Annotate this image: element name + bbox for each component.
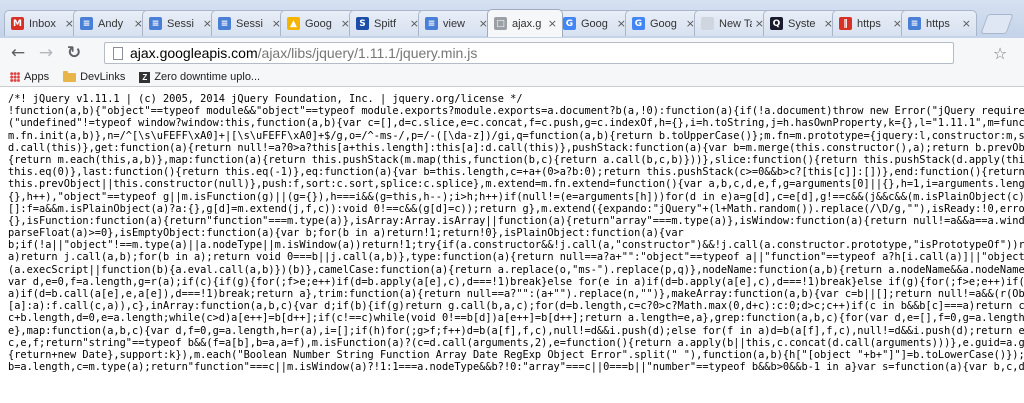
tab-strip: M Inbox × ≡ Andy × ≡ Sessi × ≡ Sessi × ▲ Goog × S Spitf ×… <box>0 0 1024 38</box>
bookmark-devlinks[interactable]: DevLinks <box>63 70 126 83</box>
code-line: d.call(this)},get:function(a){return nul… <box>8 141 1024 154</box>
code-line: /*! jQuery v1.11.1 | (c) 2005, 2014 jQue… <box>8 93 523 105</box>
doc-icon: ≡ <box>149 17 162 30</box>
reload-button[interactable]: ↻ <box>64 43 84 63</box>
folder-icon <box>63 70 77 82</box>
spitfire-icon: S <box>356 17 369 30</box>
drive-icon: ▲ <box>287 17 300 30</box>
code-line: b;if(!a||"object"!==m.type(a)||a.nodeTyp… <box>8 239 1024 252</box>
bookmark-star-button[interactable]: ☆ <box>990 43 1010 63</box>
tab-label: https <box>926 17 950 30</box>
tab-label: Inbox <box>29 17 56 30</box>
url-host: ajax.googleapis.com <box>130 45 258 61</box>
tab-7[interactable]: □ ajax.g × <box>487 9 563 37</box>
bookmark-apps[interactable]: Apps <box>0 71 49 83</box>
tab-label: Spitf <box>374 17 397 30</box>
code-line: {return m.each(this,a,b)},map:function(a… <box>8 153 1024 166</box>
gmail-icon: M <box>11 17 24 30</box>
tab-label: Goog <box>581 17 608 30</box>
doc-icon: ≡ <box>908 17 921 30</box>
tab-label: view <box>443 17 466 30</box>
zd-icon: Z <box>139 71 151 83</box>
code-line: b=a.length,c=m.type(a);return"function"=… <box>8 361 1024 374</box>
close-tab-icon[interactable]: × <box>962 17 971 30</box>
browser-window: M Inbox × ≡ Andy × ≡ Sessi × ≡ Sessi × ▲ Goog × S Spitf ×… <box>0 0 1024 403</box>
toolbar: ← → ↻ ajax.googleapis.com/ajax/libs/jque… <box>0 38 1024 69</box>
back-arrow-icon: ← <box>10 43 26 63</box>
doc-icon: ≡ <box>218 17 231 30</box>
code-line: this.prevObject||this.constructor(null)}… <box>8 178 1024 191</box>
tab-6[interactable]: ≡ view × <box>418 10 494 36</box>
page-content: /*! jQuery v1.11.1 | (c) 2005, 2014 jQue… <box>0 87 1024 403</box>
tab-4[interactable]: ▲ Goog × <box>280 10 356 36</box>
doc-icon: ≡ <box>425 17 438 30</box>
page-icon <box>113 46 123 60</box>
reload-icon: ↻ <box>66 43 82 63</box>
bookmark-label: Zero downtime uplo... <box>154 71 261 83</box>
star-icon: ☆ <box>992 43 1008 63</box>
code-line: {},isFunction:function(a){return"functio… <box>8 214 1024 227</box>
code-line: var d,e=0,f=a.length,g=r(a);if(c){if(g){… <box>8 275 1024 288</box>
tab-3[interactable]: ≡ Sessi × <box>211 10 287 36</box>
code-line: []:f=a&&m.isPlainObject(a)?a:{},g[d]=m.e… <box>8 202 1024 215</box>
tab-10[interactable]: New Tal× <box>694 10 770 36</box>
q-icon: Q <box>770 17 783 30</box>
code-line: a)return j.call(a,b);for(b in a);return … <box>8 251 1024 264</box>
tab-label: https <box>857 17 881 30</box>
back-button[interactable]: ← <box>8 43 28 63</box>
tab-label: Sessi <box>167 17 194 30</box>
code-line: c,e,f;return"string"==typeof b&&(f=a[b],… <box>8 336 1024 349</box>
code-line: this.eq(0)},last:function(){return this.… <box>8 166 1024 179</box>
pause-icon: ‖ <box>839 17 852 30</box>
tab-2[interactable]: ≡ Sessi × <box>142 10 218 36</box>
tab-12[interactable]: ‖ https × <box>832 10 908 36</box>
code-line: m.fn.init(a,b)},n=/^[\s\uFEFF\xA0]+|[\s\… <box>8 129 1024 142</box>
google-icon: G <box>563 17 576 30</box>
code-line: [a]:a):f.call(c,a)),c},inArray:function(… <box>8 300 1024 313</box>
tab-label: Goog <box>650 17 677 30</box>
tab-5[interactable]: S Spitf × <box>349 10 425 36</box>
tab-1[interactable]: ≡ Andy × <box>73 10 149 36</box>
tab-13[interactable]: ≡ https × <box>901 10 977 36</box>
tab-label: Andy <box>98 17 124 30</box>
bookmark-zero-downtime[interactable]: Z Zero downtime uplo... <box>139 71 260 83</box>
forward-arrow-icon: → <box>38 43 54 63</box>
tab-label: Sessi <box>236 17 263 30</box>
google-icon: G <box>632 17 645 30</box>
page-icon: □ <box>494 17 507 30</box>
code-line: e},map:function(a,b,c){var d,f=0,g=a.len… <box>8 324 1024 337</box>
url-text: ajax.googleapis.com/ajax/libs/jquery/1.1… <box>130 45 477 61</box>
forward-button[interactable]: → <box>36 43 56 63</box>
code-line: ("undefined"!=typeof window?window:this,… <box>8 117 1024 130</box>
tab-label: Goog <box>305 17 332 30</box>
tab-0[interactable]: M Inbox × <box>4 10 80 36</box>
tab-11[interactable]: Q Syste × <box>763 10 839 36</box>
bookmark-label: Apps <box>24 71 50 83</box>
doc-icon: ≡ <box>80 17 93 30</box>
close-tab-icon[interactable]: × <box>548 17 557 30</box>
bookmarks-bar: Apps DevLinks Z Zero downtime uplo... <box>0 68 1024 87</box>
tab-label: ajax.g <box>512 17 542 30</box>
tab-8[interactable]: G Goog × <box>556 10 632 36</box>
code-line: {return+new Date},support:k}),m.each("Bo… <box>8 348 1024 361</box>
code-line: {},h++),"object"==typeof g||m.isFunction… <box>8 190 1024 203</box>
new-tab-button[interactable] <box>980 14 1014 34</box>
address-bar[interactable]: ajax.googleapis.com/ajax/libs/jquery/1.1… <box>104 42 954 64</box>
tab-label: Syste <box>788 17 816 30</box>
url-path: /ajax/libs/jquery/1.11.1/jquery.min.js <box>257 45 478 61</box>
code-line: !function(a,b){"object"==typeof module&&… <box>8 105 1024 118</box>
bookmark-label: DevLinks <box>80 71 126 83</box>
code-line: a)if(d=b.call(a[e],e,a[e]),d===!1)break;… <box>8 288 1024 300</box>
tab-label: New Tal <box>719 17 752 30</box>
code-line: parseFloat(a)>=0},isEmptyObject:function… <box>8 227 684 240</box>
source-code: /*! jQuery v1.11.1 | (c) 2005, 2014 jQue… <box>0 87 1024 373</box>
tab-9[interactable]: G Goog × <box>625 10 701 36</box>
code-line: (a.execScript||function(b){a.eval.call(a… <box>8 263 1024 276</box>
apps-grid-icon <box>10 72 20 82</box>
code-line: c+b.length,d=0,e=a.length;while(c>d)a[e+… <box>8 312 1024 325</box>
blank-icon <box>701 17 714 30</box>
